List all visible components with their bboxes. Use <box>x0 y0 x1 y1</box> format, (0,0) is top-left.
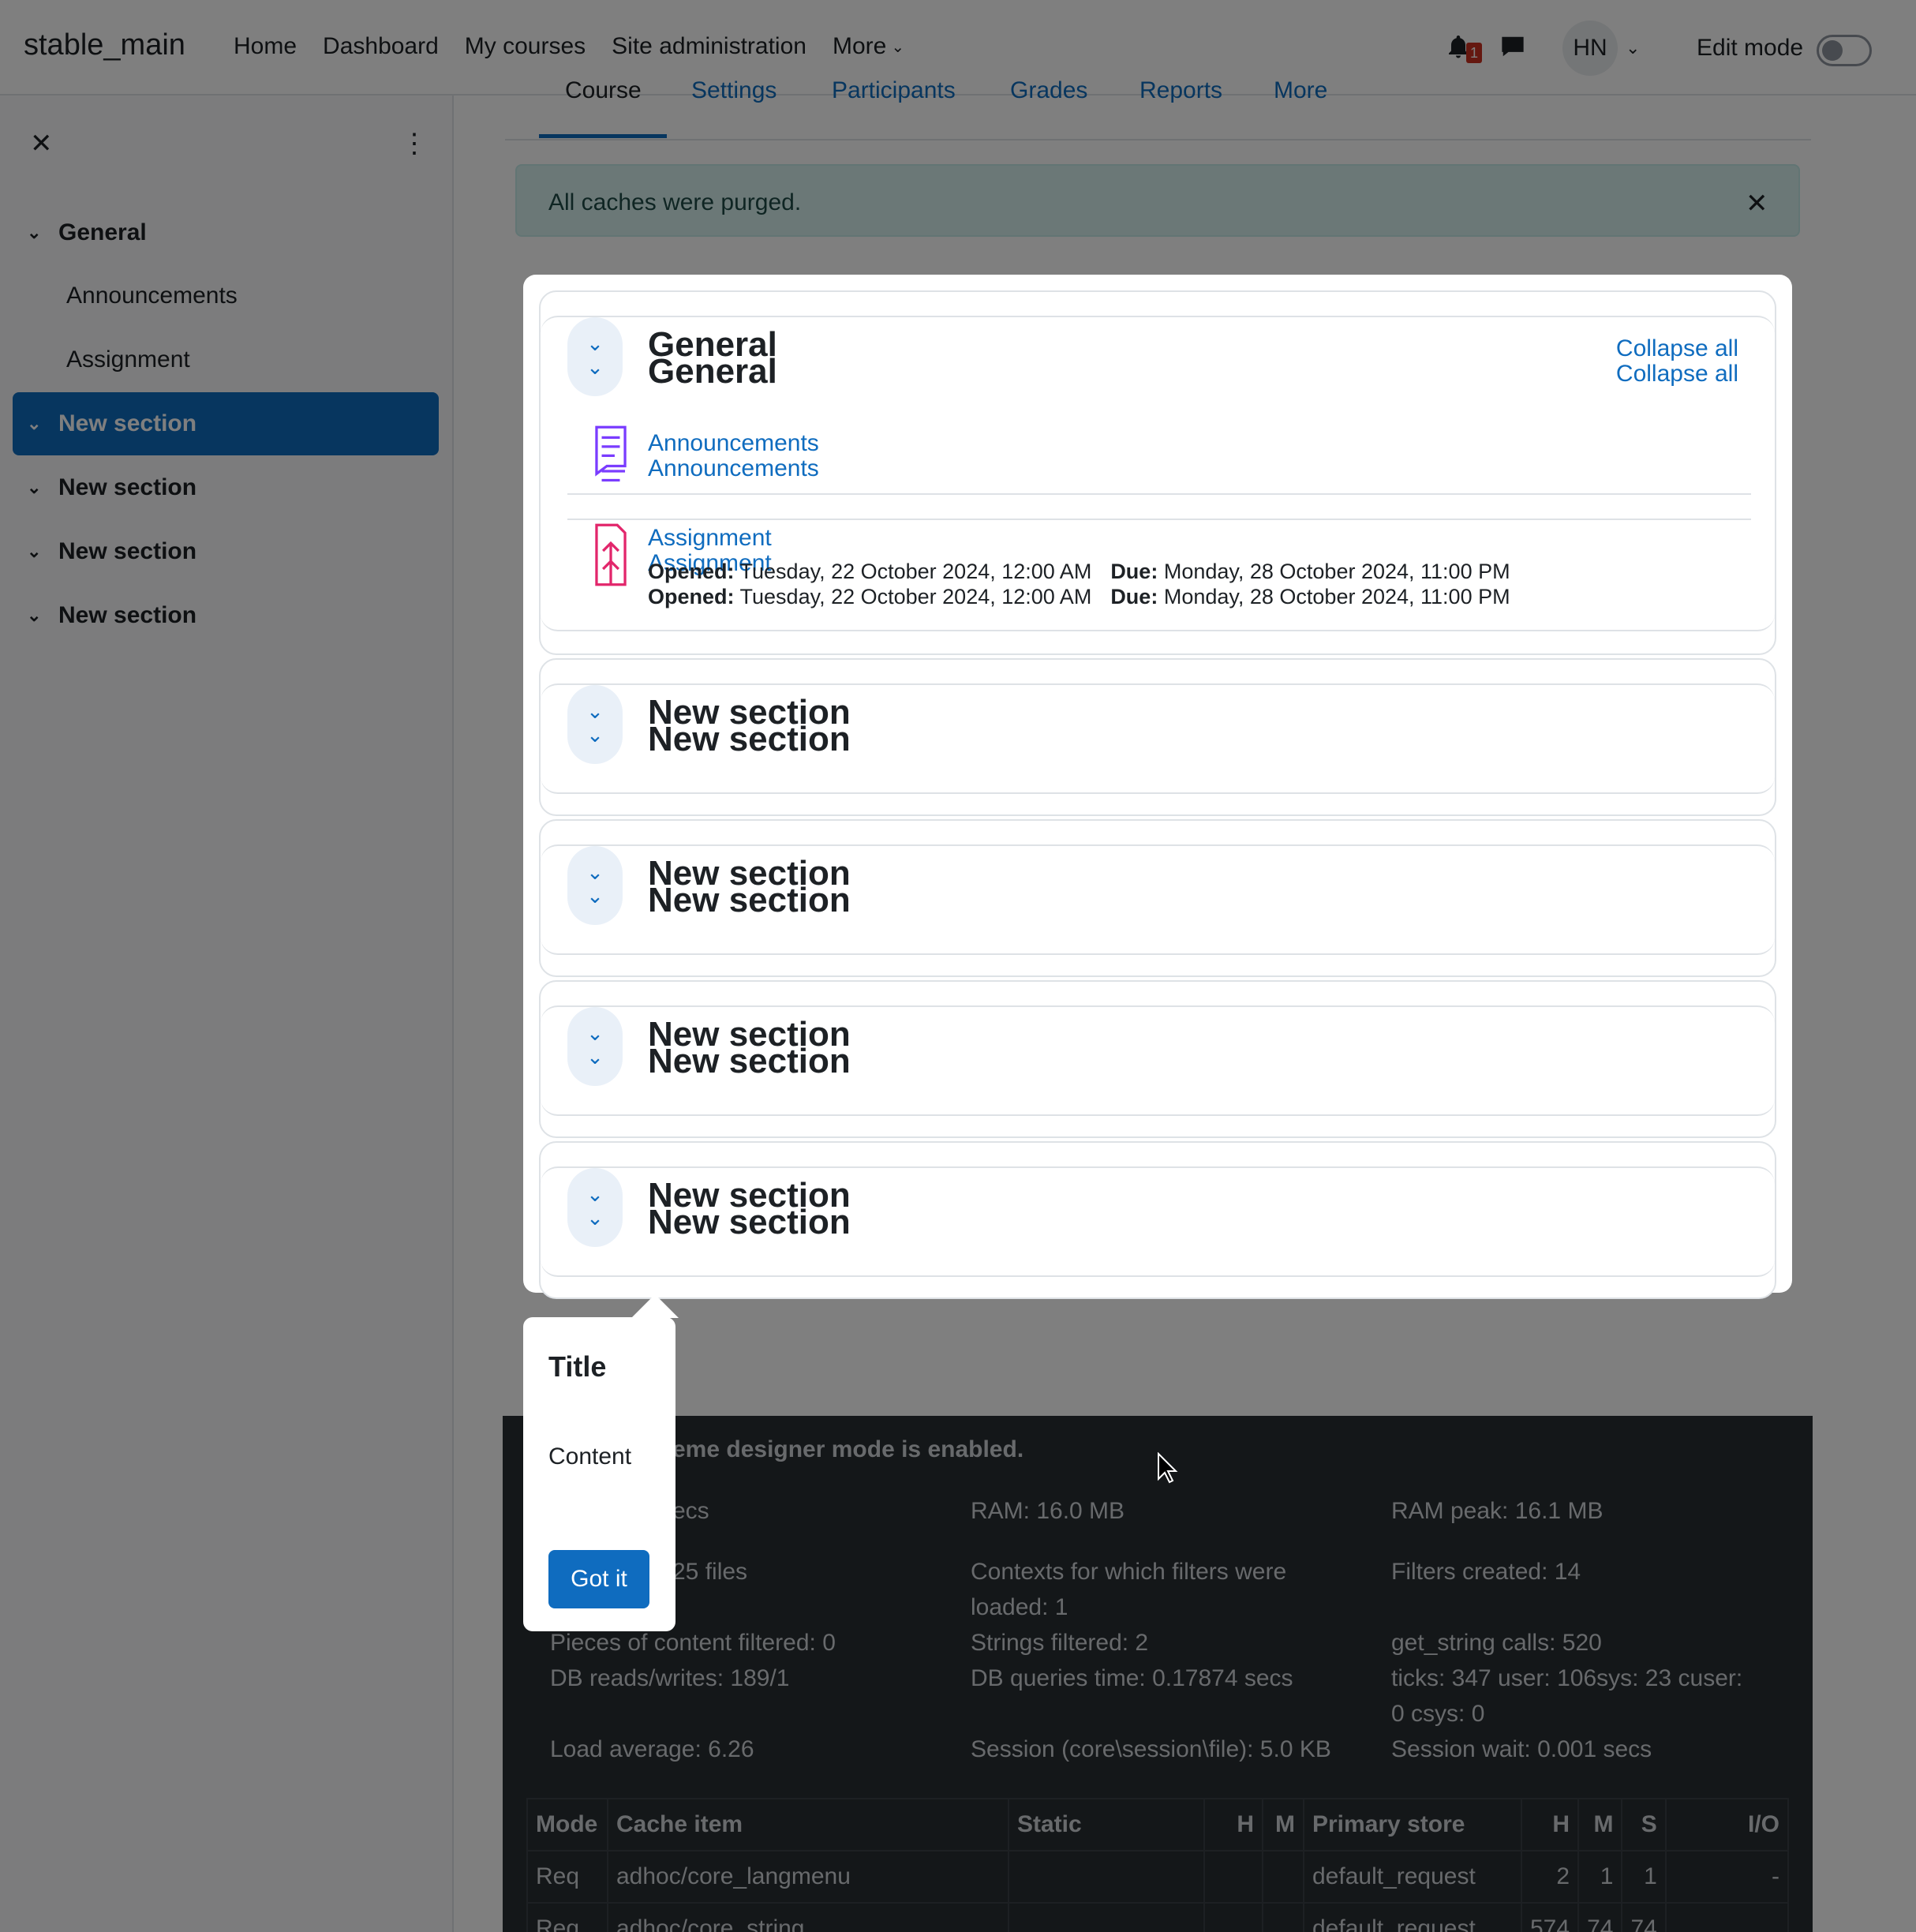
mouse-cursor-icon <box>1158 1452 1178 1484</box>
activity-link: Announcements <box>648 455 819 481</box>
due-value: Monday, 28 October 2024, 11:00 PM <box>1163 585 1510 608</box>
opened-label: Opened: <box>648 585 735 608</box>
section-title: New section New section <box>648 856 851 919</box>
collapse-section-button[interactable]: ⌄ ⌄ <box>567 846 623 925</box>
section-title-text: New section <box>648 1203 851 1241</box>
section-title: New section New section <box>648 1178 851 1241</box>
assignment-icon <box>595 523 627 586</box>
section-new-section-3: ⌄ ⌄ New section New section <box>539 980 1776 1138</box>
collapse-all-text: Collapse all <box>1615 361 1738 387</box>
collapse-section-button[interactable]: ⌄ ⌄ <box>567 685 623 764</box>
divider <box>567 493 1751 495</box>
due-label: Due: <box>1110 560 1158 583</box>
got-it-button[interactable]: Got it <box>548 1550 649 1608</box>
collapse-all-link[interactable]: Collapse all Collapse all <box>1616 336 1738 387</box>
section-title: New section New section <box>648 1017 851 1080</box>
section-title-text: New section <box>648 720 851 758</box>
collapse-section-button[interactable]: ⌄ ⌄ <box>567 1168 623 1247</box>
forum-icon <box>595 425 627 482</box>
collapse-all-text: Collapse all <box>1615 335 1738 361</box>
section-new-section-4: ⌄ ⌄ New section New section <box>539 1141 1776 1299</box>
popover-title: Title <box>548 1350 607 1383</box>
opened-value: Tuesday, 22 October 2024, 12:00 AM <box>739 585 1092 608</box>
section-title-text: General <box>648 352 777 391</box>
activity-link: Assignment <box>648 525 772 551</box>
due-label: Due: <box>1110 585 1158 608</box>
dates-row: Opened: Tuesday, 22 October 2024, 12:00 … <box>648 559 1510 584</box>
popover-content: Content <box>548 1443 632 1470</box>
section-title: General General <box>648 328 777 391</box>
assignment-dates: Opened: Tuesday, 22 October 2024, 12:00 … <box>648 559 1510 609</box>
activity-announcements[interactable]: Announcements Announcements <box>648 431 819 481</box>
opened-label: Opened: <box>648 560 735 583</box>
section-new-section-2: ⌄ ⌄ New section New section <box>539 819 1776 977</box>
section-title-text: New section <box>648 881 851 919</box>
divider <box>567 519 1751 520</box>
activity-link: Announcements <box>648 430 819 456</box>
tour-popover: Title Content Got it <box>523 1317 675 1631</box>
section-title-text: New section <box>648 1042 851 1080</box>
section-new-section-1: ⌄ ⌄ New section New section <box>539 658 1776 816</box>
opened-value: Tuesday, 22 October 2024, 12:00 AM <box>739 560 1092 583</box>
due-value: Monday, 28 October 2024, 11:00 PM <box>1163 560 1510 583</box>
section-general: ⌄ ⌄ General General Collapse all Collapse a… <box>539 290 1776 655</box>
section-title: New section New section <box>648 695 851 758</box>
collapse-section-button[interactable]: ⌄ ⌄ <box>567 1007 623 1086</box>
popover-arrow <box>631 1294 679 1318</box>
dates-row: Opened: Tuesday, 22 October 2024, 12:00 … <box>648 584 1510 609</box>
collapse-section-button[interactable]: ⌄ ⌄ <box>567 317 623 396</box>
